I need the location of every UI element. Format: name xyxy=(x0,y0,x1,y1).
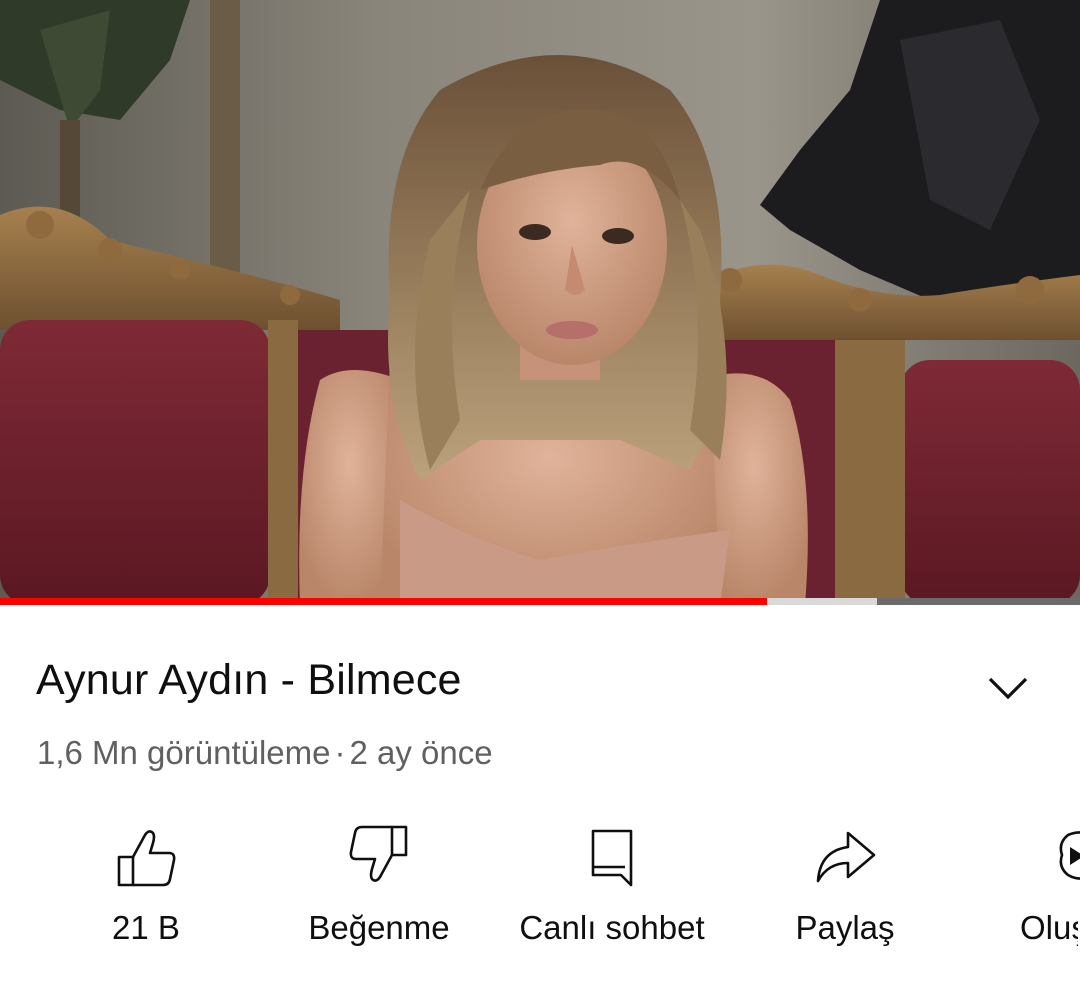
dislike-label: Beğenme xyxy=(308,909,450,946)
create-icon xyxy=(1059,831,1080,880)
create-label: Oluş xyxy=(1020,909,1078,946)
video-progress-bar[interactable] xyxy=(0,598,1080,605)
dislike-button[interactable]: Beğenme xyxy=(274,815,484,955)
chevron-down-icon xyxy=(988,677,1028,700)
action-bar: 21 B Beğenme Canlı sohbet Paylaş Olu xyxy=(0,815,1080,965)
meta-separator: · xyxy=(334,734,346,771)
create-button[interactable]: Oluş xyxy=(938,815,1080,955)
like-count: 21 B xyxy=(112,909,180,946)
video-title[interactable]: Aynur Aydın - Bilmece xyxy=(36,656,462,705)
upload-age: 2 ay önce xyxy=(349,734,493,771)
video-watch-page: Aynur Aydın - Bilmece 1,6 Mn görüntüleme… xyxy=(0,0,1080,982)
share-button[interactable]: Paylaş xyxy=(740,815,950,955)
played-indicator xyxy=(0,598,767,605)
live-chat-button[interactable]: Canlı sohbet xyxy=(507,815,717,955)
share-label: Paylaş xyxy=(795,909,895,946)
live-chat-label: Canlı sohbet xyxy=(519,909,705,946)
expand-description-button[interactable] xyxy=(986,666,1030,710)
chat-icon xyxy=(591,829,633,887)
thumbs-up-icon xyxy=(117,830,176,887)
video-player[interactable] xyxy=(0,0,1080,605)
view-count: 1,6 Mn görüntüleme xyxy=(37,734,331,771)
thumbs-down-icon xyxy=(349,825,408,882)
video-meta[interactable]: 1,6 Mn görüntüleme · 2 ay önce xyxy=(37,734,493,772)
share-icon xyxy=(816,831,876,883)
video-frame-image xyxy=(0,0,1080,605)
like-button[interactable]: 21 B xyxy=(41,815,251,955)
title-row: Aynur Aydın - Bilmece xyxy=(36,652,1044,716)
